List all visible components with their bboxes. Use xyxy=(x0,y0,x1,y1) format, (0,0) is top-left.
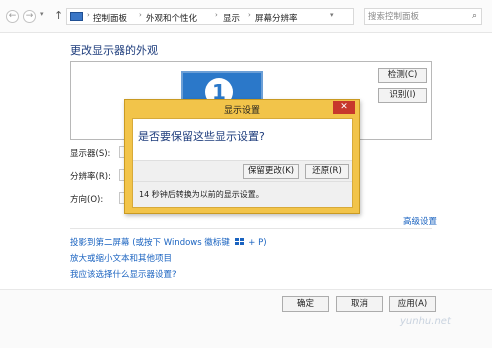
back-arrow-icon[interactable]: ← xyxy=(6,10,19,23)
detect-button[interactable]: 检测(C) xyxy=(378,68,427,83)
search-box[interactable]: ⌕ xyxy=(364,8,482,25)
countdown-text: 14 秒钟后转换为以前的显示设置。 xyxy=(139,190,264,199)
search-input[interactable] xyxy=(368,10,464,23)
revert-button[interactable]: 还原(R) xyxy=(305,164,349,179)
address-bar: ← → ▾ ↑ › 控制面板 › 外观和个性化 › 显示 › 屏幕分辨率 ▾ ↻… xyxy=(0,0,492,33)
keep-changes-button[interactable]: 保留更改(K) xyxy=(243,164,299,179)
breadcrumb-item-resolution[interactable]: 屏幕分辨率 xyxy=(255,12,298,24)
control-panel-icon xyxy=(70,12,83,21)
dialog-question: 是否要保留这些显示设置? xyxy=(138,130,265,143)
dialog-title: 显示设置 xyxy=(223,106,260,116)
resolution-label: 分辨率(R): xyxy=(70,172,111,182)
breadcrumb[interactable]: › 控制面板 › 外观和个性化 › 显示 › 屏幕分辨率 ▾ ↻ xyxy=(66,8,419,25)
project-link-shortcut: + P) xyxy=(248,238,267,248)
search-icon[interactable]: ⌕ xyxy=(472,11,477,21)
dialog-divider xyxy=(133,181,352,182)
address-dropdown-icon[interactable]: ▾ xyxy=(330,11,334,19)
display-settings-dialog: 显示设置 ✕ 是否要保留这些显示设置? 保留更改(K) 还原(R) 14 秒钟后… xyxy=(124,99,360,214)
project-link-text: 投影到第二屏幕 (或按下 Windows 徽标键 xyxy=(70,238,230,248)
divider xyxy=(70,228,432,229)
which-settings-link[interactable]: 我应该选择什么显示器设置? xyxy=(70,268,177,280)
breadcrumb-item-appearance[interactable]: 外观和个性化 xyxy=(146,12,197,24)
chevron-right-icon[interactable]: › xyxy=(248,11,251,19)
chevron-right-icon[interactable]: › xyxy=(87,11,90,19)
windows-logo-icon xyxy=(234,238,244,246)
up-arrow-icon[interactable]: ↑ xyxy=(54,9,63,22)
apply-button[interactable]: 应用(A) xyxy=(389,296,436,312)
identify-button[interactable]: 识别(I) xyxy=(378,88,427,103)
chevron-right-icon[interactable]: › xyxy=(139,11,142,19)
close-icon[interactable]: ✕ xyxy=(333,101,355,114)
watermark: yunhu.net xyxy=(400,316,451,327)
cancel-button[interactable]: 取消 xyxy=(336,296,383,312)
advanced-settings-link[interactable]: 高级设置 xyxy=(403,215,437,227)
dialog-button-area: 保留更改(K) 还原(R) 14 秒钟后转换为以前的显示设置。 xyxy=(133,160,352,207)
dialog-body: 是否要保留这些显示设置? 保留更改(K) 还原(R) 14 秒钟后转换为以前的显… xyxy=(132,118,353,208)
chevron-right-icon[interactable]: › xyxy=(215,11,218,19)
breadcrumb-item-display[interactable]: 显示 xyxy=(223,12,240,24)
enlarge-text-link[interactable]: 放大或缩小文本和其他项目 xyxy=(70,252,172,264)
recent-dropdown-icon[interactable]: ▾ xyxy=(40,10,44,18)
forward-arrow-icon[interactable]: → xyxy=(23,10,36,23)
project-second-screen-link[interactable]: 投影到第二屏幕 (或按下 Windows 徽标键 + P) xyxy=(70,236,267,248)
orientation-label: 方向(O): xyxy=(70,195,104,205)
ok-button[interactable]: 确定 xyxy=(282,296,329,312)
display-label: 显示器(S): xyxy=(70,149,111,159)
page-title: 更改显示器的外观 xyxy=(70,44,158,57)
breadcrumb-item-control-panel[interactable]: 控制面板 xyxy=(93,12,127,24)
